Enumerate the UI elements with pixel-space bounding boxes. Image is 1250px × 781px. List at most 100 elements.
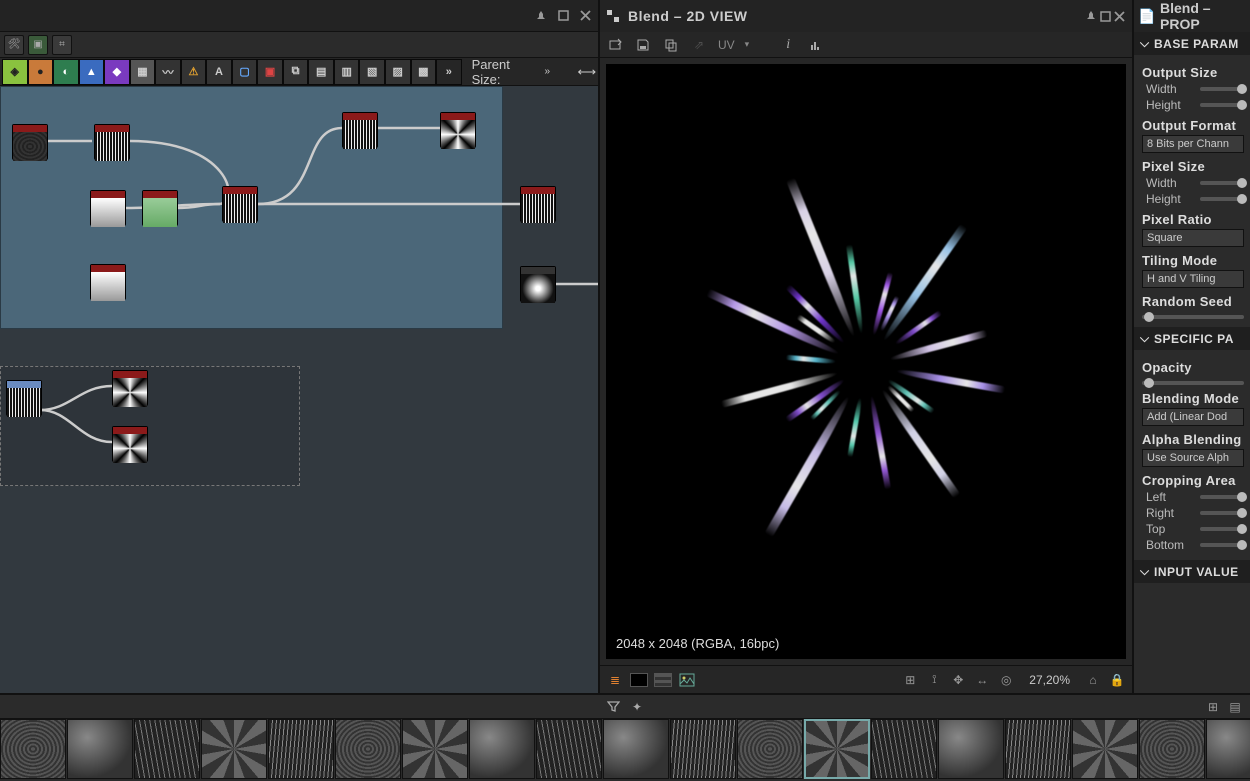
node[interactable] [440, 112, 476, 148]
tool-wrench-icon[interactable]: 🛠 [4, 35, 24, 55]
lock-icon[interactable]: 🔒 [1108, 671, 1126, 689]
export-icon[interactable] [606, 36, 624, 54]
node-type-button[interactable]: ⚠ [181, 59, 207, 85]
library-thumb[interactable] [0, 719, 66, 779]
random-seed-slider[interactable] [1142, 315, 1244, 319]
library-thumb[interactable] [1072, 719, 1138, 779]
library-thumb[interactable] [469, 719, 535, 779]
library-thumbnails[interactable] [0, 719, 1250, 781]
node-type-button[interactable]: ▤ [308, 59, 334, 85]
swatch-pattern[interactable] [654, 673, 672, 687]
maximize-icon[interactable] [1098, 9, 1112, 23]
uv-dropdown[interactable]: UV [718, 38, 735, 52]
home-icon[interactable]: ⌂ [1084, 671, 1102, 689]
node[interactable] [520, 186, 556, 222]
node[interactable] [90, 190, 126, 226]
library-thumb[interactable] [134, 719, 200, 779]
node[interactable] [520, 266, 556, 302]
section-input-values[interactable]: ⌵INPUT VALUE [1134, 560, 1250, 583]
tool-toggle-icon[interactable]: ▣ [28, 35, 48, 55]
list-view-icon[interactable]: ▤ [1228, 700, 1242, 714]
node[interactable] [90, 264, 126, 300]
node-type-button[interactable]: » [436, 59, 462, 85]
crop-bottom-slider[interactable] [1200, 543, 1244, 547]
ruler-icon[interactable]: ⟟ [925, 671, 943, 689]
pixel-width-slider[interactable] [1200, 181, 1244, 185]
library-thumb[interactable] [871, 719, 937, 779]
pin-icon[interactable] [1084, 9, 1098, 23]
section-specific-params[interactable]: ⌵SPECIFIC PA [1134, 327, 1250, 350]
target-icon[interactable]: ◎ [997, 671, 1015, 689]
width-slider[interactable] [1200, 87, 1244, 91]
opacity-slider[interactable] [1142, 381, 1244, 385]
close-icon[interactable] [1112, 9, 1126, 23]
viewer-canvas[interactable]: 2048 x 2048 (RGBA, 16bpc) [606, 64, 1126, 659]
node-type-button[interactable]: ▦ [130, 59, 156, 85]
copy-icon[interactable] [662, 36, 680, 54]
graph-canvas[interactable] [0, 86, 598, 693]
save-icon[interactable] [634, 36, 652, 54]
node[interactable] [94, 124, 130, 160]
library-thumb[interactable] [536, 719, 602, 779]
node-type-button[interactable]: 〰 [155, 59, 181, 85]
alpha-blending-dropdown[interactable]: Use Source Alph [1142, 449, 1244, 467]
library-thumb[interactable] [1139, 719, 1205, 779]
histogram-icon[interactable] [807, 36, 825, 54]
node-type-button[interactable]: ◐ [53, 59, 79, 85]
tiling-mode-dropdown[interactable]: H and V Tiling [1142, 270, 1244, 288]
swatch-black[interactable] [630, 673, 648, 687]
layers-icon[interactable]: ≣ [606, 671, 624, 689]
node[interactable] [342, 112, 378, 148]
node-type-button[interactable]: ◆ [104, 59, 130, 85]
output-format-dropdown[interactable]: 8 Bits per Chann [1142, 135, 1244, 153]
library-thumb[interactable] [737, 719, 803, 779]
node-type-button[interactable]: ▲ [79, 59, 105, 85]
node-type-button[interactable]: ▥ [334, 59, 360, 85]
pixel-height-slider[interactable] [1200, 197, 1244, 201]
crop-top-slider[interactable] [1200, 527, 1244, 531]
node-type-button[interactable]: ▢ [232, 59, 258, 85]
node[interactable] [222, 186, 258, 222]
close-icon[interactable] [578, 9, 592, 23]
pixel-ratio-dropdown[interactable]: Square [1142, 229, 1244, 247]
library-thumb[interactable] [1206, 719, 1250, 779]
library-thumb[interactable] [670, 719, 736, 779]
snap-icon[interactable]: ✥ [949, 671, 967, 689]
info-icon[interactable]: i [779, 36, 797, 54]
grid-view-icon[interactable]: ⊞ [1206, 700, 1220, 714]
library-thumb[interactable] [804, 719, 870, 779]
filter-icon[interactable] [606, 700, 620, 714]
tool-crop-icon[interactable]: ⌗ [52, 35, 72, 55]
library-thumb[interactable] [268, 719, 334, 779]
pin-icon[interactable] [534, 9, 548, 23]
share-icon[interactable]: ⇗ [690, 36, 708, 54]
node-type-button[interactable]: ⧉ [283, 59, 309, 85]
node-type-button[interactable]: ◈ [2, 59, 28, 85]
section-base-params[interactable]: ⌵BASE PARAM [1134, 32, 1250, 55]
image-mode-icon[interactable] [678, 671, 696, 689]
library-thumb[interactable] [603, 719, 669, 779]
library-thumb[interactable] [201, 719, 267, 779]
parent-size-control[interactable]: Parent Size:»⟷ [472, 57, 597, 87]
blending-mode-dropdown[interactable]: Add (Linear Dod [1142, 408, 1244, 426]
node-type-button[interactable]: ● [28, 59, 54, 85]
node-type-button[interactable]: A [206, 59, 232, 85]
library-thumb[interactable] [67, 719, 133, 779]
node-type-button[interactable]: ▣ [257, 59, 283, 85]
node-type-button[interactable]: ▧ [359, 59, 385, 85]
node-type-button[interactable]: ▩ [411, 59, 437, 85]
library-thumb[interactable] [1005, 719, 1071, 779]
node[interactable] [112, 426, 148, 462]
maximize-icon[interactable] [556, 9, 570, 23]
crop-left-slider[interactable] [1200, 495, 1244, 499]
library-thumb[interactable] [402, 719, 468, 779]
library-thumb[interactable] [938, 719, 1004, 779]
library-thumb[interactable] [335, 719, 401, 779]
node-type-button[interactable]: ▨ [385, 59, 411, 85]
zoom-level[interactable]: 27,20% [1029, 673, 1070, 687]
crop-right-slider[interactable] [1200, 511, 1244, 515]
height-slider[interactable] [1200, 103, 1244, 107]
pan-icon[interactable]: ↔ [973, 671, 991, 689]
grid-icon[interactable]: ⊞ [901, 671, 919, 689]
node[interactable] [142, 190, 178, 226]
